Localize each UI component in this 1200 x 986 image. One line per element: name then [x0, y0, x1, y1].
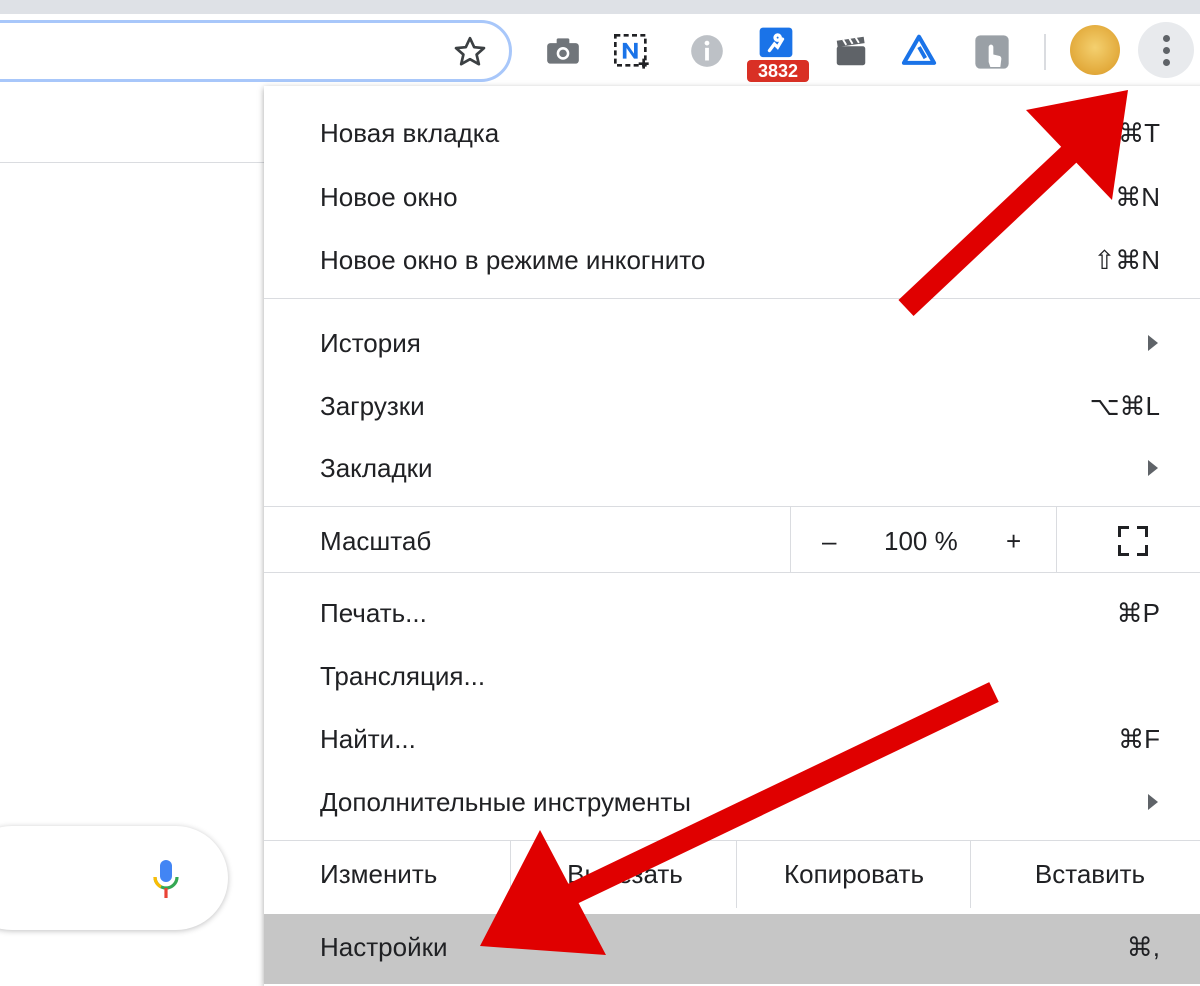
menu-item-new-window[interactable]: Новое окно ⌘N	[264, 166, 1200, 228]
menu-item-shortcut: ⌘N	[1115, 182, 1160, 212]
zoom-level: 100 %	[884, 526, 958, 556]
menu-row-edit: Изменить Вырезать Копировать Вставить	[264, 841, 1200, 907]
address-bar[interactable]	[0, 20, 512, 82]
zoom-label: Масштаб	[320, 526, 432, 556]
cut-button[interactable]: Вырезать	[512, 841, 738, 907]
menu-separator	[264, 572, 1200, 573]
camera-extension-icon[interactable]	[544, 32, 582, 70]
zoom-divider	[1056, 506, 1057, 572]
menu-item-label: Новая вкладка	[320, 118, 500, 148]
menu-item-label: История	[320, 328, 421, 358]
menu-item-new-tab[interactable]: Новая вкладка ⌘T	[264, 102, 1200, 164]
menu-item-label: Печать...	[320, 598, 427, 628]
menu-item-shortcut: ⇧⌘N	[1093, 245, 1160, 275]
chrome-menu-button[interactable]	[1138, 22, 1194, 78]
toolbar-divider	[1044, 34, 1046, 70]
menu-separator	[264, 506, 1200, 507]
menu-item-history[interactable]: История	[264, 312, 1200, 374]
menu-item-new-incognito-window[interactable]: Новое окно в режиме инкогнито ⇧⌘N	[264, 229, 1200, 291]
menu-item-more-tools[interactable]: Дополнительные инструменты	[264, 771, 1200, 833]
menu-item-shortcut: ⌥⌘L	[1089, 391, 1160, 421]
edit-divider	[970, 840, 971, 908]
info-extension-icon[interactable]	[688, 32, 726, 70]
submenu-arrow-icon	[1148, 794, 1158, 810]
paste-button[interactable]: Вставить	[970, 841, 1200, 907]
profile-avatar[interactable]	[1070, 25, 1120, 75]
menu-item-label: Загрузки	[320, 391, 425, 421]
clapperboard-extension-icon[interactable]	[832, 32, 870, 70]
edit-label: Изменить	[320, 859, 438, 889]
menu-separator	[264, 298, 1200, 299]
menu-item-label: Новое окно	[320, 182, 458, 212]
zoom-divider	[790, 506, 791, 572]
zoom-out-button[interactable]: –	[822, 510, 836, 572]
triangle-extension-icon[interactable]	[900, 32, 938, 70]
microphone-icon[interactable]	[150, 858, 182, 902]
hand-pointer-extension-icon[interactable]	[972, 32, 1010, 70]
google-search-box[interactable]	[0, 826, 228, 930]
menu-item-print[interactable]: Печать... ⌘P	[264, 582, 1200, 644]
copy-button[interactable]: Копировать	[738, 841, 970, 907]
menu-item-find[interactable]: Найти... ⌘F	[264, 708, 1200, 770]
submenu-arrow-icon	[1148, 335, 1158, 351]
extension-badge-count: 3832	[747, 60, 809, 82]
menu-item-label: Трансляция...	[320, 661, 486, 691]
menu-dot-icon	[1163, 47, 1170, 54]
submenu-arrow-icon	[1148, 460, 1158, 476]
menu-item-label: Настройки	[320, 932, 448, 962]
menu-item-label: Новое окно в режиме инкогнито	[320, 245, 706, 275]
edit-divider	[736, 840, 737, 908]
menu-dot-icon	[1163, 35, 1170, 42]
fullscreen-icon[interactable]	[1118, 526, 1148, 556]
menu-item-bookmarks[interactable]: Закладки	[264, 437, 1200, 499]
menu-item-settings[interactable]: Настройки ⌘,	[264, 914, 1200, 984]
chrome-main-menu: Новая вкладка ⌘T Новое окно ⌘N Новое окн…	[264, 86, 1200, 986]
zoom-in-button[interactable]: +	[1006, 510, 1021, 572]
menu-item-shortcut: ⌘T	[1118, 118, 1160, 148]
bookmark-star-icon[interactable]	[452, 34, 488, 70]
menu-item-cast[interactable]: Трансляция...	[264, 645, 1200, 707]
menu-item-label: Закладки	[320, 453, 433, 483]
edit-divider	[510, 840, 511, 908]
menu-item-label: Найти...	[320, 724, 416, 754]
page-divider	[0, 162, 265, 163]
tab-strip	[0, 0, 1200, 14]
menu-dot-icon	[1163, 59, 1170, 66]
menu-row-zoom: Масштаб – 100 % +	[264, 510, 1200, 572]
menu-item-downloads[interactable]: Загрузки ⌥⌘L	[264, 375, 1200, 437]
menu-item-label: Дополнительные инструменты	[320, 787, 691, 817]
menu-item-shortcut: ⌘P	[1116, 598, 1160, 628]
menu-item-shortcut: ⌘F	[1118, 724, 1160, 754]
menu-item-shortcut: ⌘,	[1126, 932, 1160, 962]
runner-extension-icon[interactable]	[756, 26, 794, 64]
notion-clipper-extension-icon[interactable]	[612, 32, 650, 70]
